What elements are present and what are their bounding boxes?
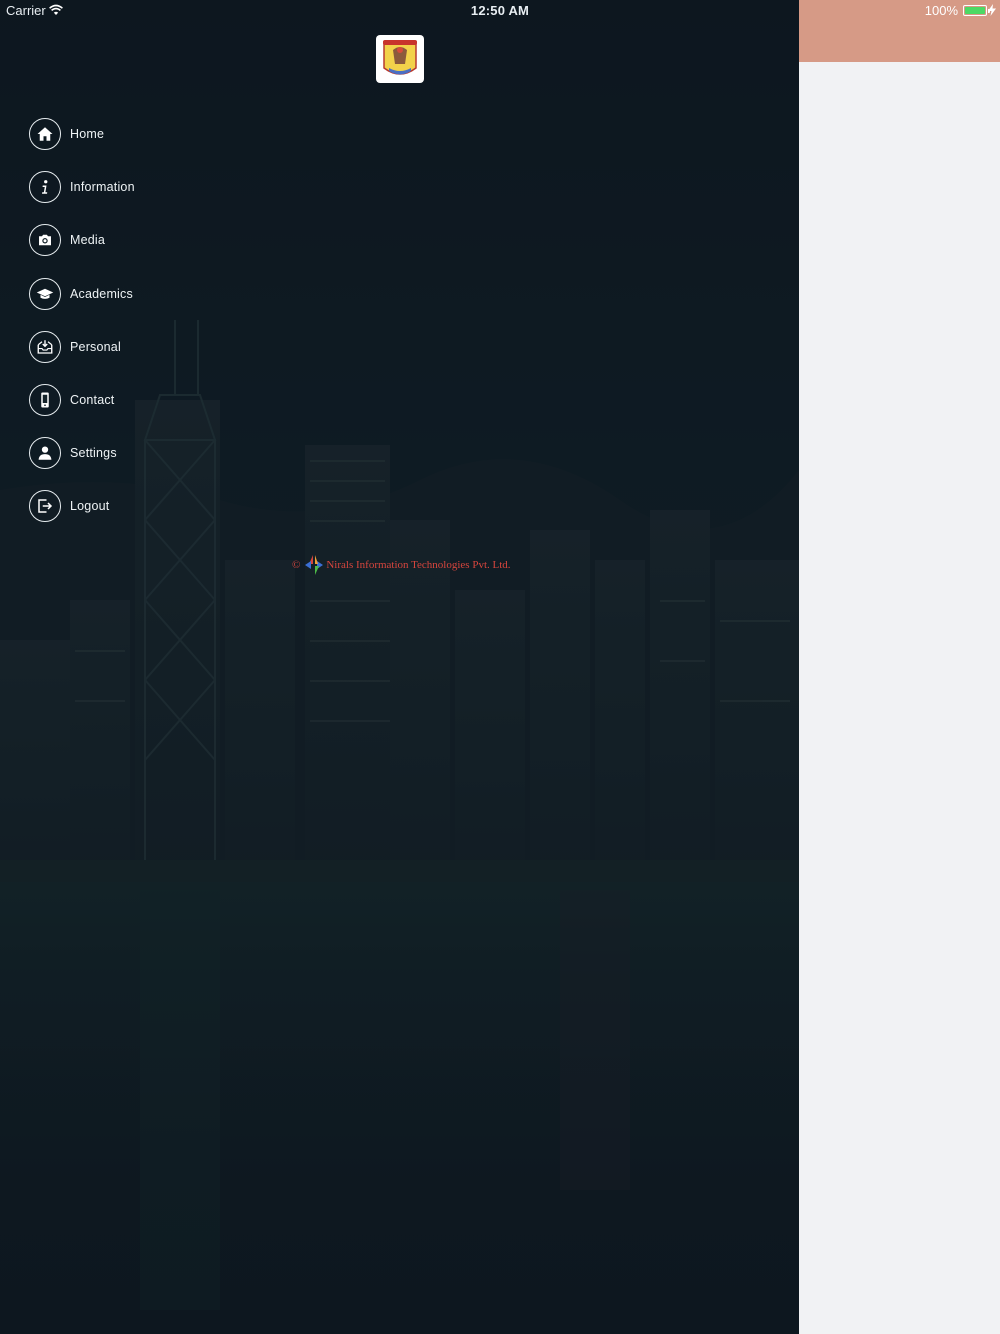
- menu-label: Media: [70, 233, 106, 248]
- home-icon: [29, 118, 61, 150]
- menu-item-home[interactable]: Home: [29, 118, 135, 171]
- side-drawer: Home Information Media Academics Persona…: [0, 0, 799, 1334]
- charging-bolt-icon: [988, 4, 996, 16]
- menu-label: Logout: [70, 499, 110, 514]
- menu-item-personal[interactable]: Personal: [29, 330, 135, 384]
- camera-icon: [29, 224, 61, 257]
- main-content-peek[interactable]: [799, 0, 1000, 1334]
- menu-label: Contact: [70, 392, 115, 407]
- menu-item-logout[interactable]: Logout: [29, 490, 135, 543]
- logout-icon: [29, 490, 61, 523]
- status-bar: Carrier 12:50 AM 100%: [0, 0, 1000, 22]
- info-icon: [29, 171, 61, 204]
- inbox-download-icon: [29, 330, 61, 363]
- graduation-cap-icon: [29, 277, 61, 310]
- status-time: 12:50 AM: [470, 3, 530, 18]
- menu-label: Home: [70, 127, 105, 141]
- battery-icon: [963, 5, 990, 16]
- menu-item-academics[interactable]: Academics: [29, 277, 135, 331]
- menu-label: Personal: [70, 339, 121, 354]
- menu-item-settings[interactable]: Settings: [29, 437, 135, 490]
- menu-label: Information: [70, 180, 135, 195]
- mobile-phone-icon: [29, 383, 61, 416]
- menu-item-media[interactable]: Media: [29, 224, 135, 277]
- menu-item-contact[interactable]: Contact: [29, 383, 135, 437]
- menu-label: Settings: [70, 446, 117, 461]
- menu-label: Academics: [70, 286, 133, 301]
- company-logo-icon: [305, 555, 324, 575]
- user-icon: [29, 437, 61, 470]
- copyright-footer: © Nirals Information Technologies Pvt. L…: [292, 554, 511, 576]
- menu-item-information[interactable]: Information: [29, 171, 135, 224]
- school-logo: [376, 35, 424, 83]
- drawer-menu: Home Information Media Academics Persona…: [29, 118, 135, 544]
- company-name: Nirals Information Technologies Pvt. Ltd…: [326, 559, 511, 571]
- battery-percent: 100%: [924, 3, 958, 18]
- copyright-symbol: ©: [292, 559, 301, 571]
